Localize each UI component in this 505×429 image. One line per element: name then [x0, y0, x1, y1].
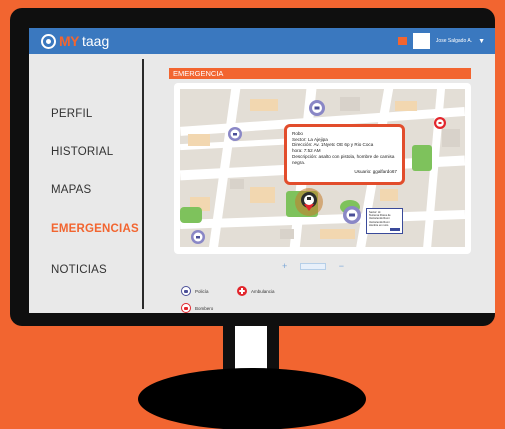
legend-ambulance-label: Ambulancia	[251, 288, 275, 294]
sidebar-item-perfil[interactable]: PERFIL	[51, 108, 92, 120]
brand-my: MY	[59, 33, 80, 49]
section-title: EMERGENCIA	[169, 68, 471, 79]
user-name[interactable]: Jose Salgado A.	[436, 38, 472, 44]
incident-usuario: Usuario: ggalfardo67	[354, 169, 397, 175]
app-logo[interactable]: MY taag	[41, 33, 109, 49]
top-bar: MY taag Jose Salgado A. ▼	[29, 28, 495, 54]
police-marker[interactable]	[191, 230, 205, 244]
sidebar-item-mapas[interactable]: MAPAS	[51, 184, 91, 196]
police-marker[interactable]	[228, 127, 242, 141]
sidebar-item-historial[interactable]: HISTORIAL	[51, 146, 113, 158]
sidebar-item-emergencias[interactable]: EMERGENCIAS	[51, 223, 139, 235]
brand-taag: taag	[82, 33, 110, 49]
notification-icon[interactable]	[397, 37, 407, 45]
sidebar: PERFIL HISTORIAL MAPAS EMERGENCIAS NOTIC…	[29, 54, 144, 313]
incident-popup[interactable]: Robo Sector: La Ajejipa Dirección: Av. 1…	[284, 124, 405, 185]
avatar[interactable]	[412, 33, 430, 49]
ambulance-icon	[237, 286, 247, 296]
user-area: Jose Salgado A. ▼	[397, 33, 485, 49]
legend-police-label: Policía	[195, 288, 209, 294]
sidebar-item-noticias[interactable]: NOTICIAS	[51, 264, 107, 276]
chevron-down-icon[interactable]: ▼	[478, 38, 485, 45]
firefighter-marker[interactable]	[434, 117, 446, 129]
mini-incident-card[interactable]: Sector: Hi Teorema Flores de Vectoriendo…	[366, 208, 403, 234]
legend-firefighter: Bombero	[181, 303, 213, 313]
sidebar-divider	[142, 59, 144, 309]
map-pin-icon[interactable]	[295, 188, 323, 216]
legend-ambulance: Ambulancia	[237, 286, 275, 296]
app-screen: MY taag Jose Salgado A. ▼ PERFIL HISTORIA…	[29, 28, 495, 313]
zoom-in-button[interactable]: +	[282, 261, 287, 271]
police-icon	[181, 286, 191, 296]
police-marker[interactable]	[309, 100, 325, 116]
monitor-frame: MY taag Jose Salgado A. ▼ PERFIL HISTORIA…	[10, 8, 495, 326]
mini-card-button[interactable]	[390, 228, 400, 231]
monitor-base	[138, 368, 366, 429]
zoom-slider[interactable]	[300, 262, 326, 270]
zoom-out-button[interactable]: −	[339, 261, 344, 271]
zoom-control: + −	[278, 260, 348, 272]
legend-firefighter-label: Bombero	[195, 305, 214, 311]
incident-descripcion: Descripción: asalto con pistola, hombre …	[292, 153, 395, 165]
legend-police: Policía	[181, 286, 209, 296]
logo-ring-icon	[41, 33, 56, 49]
scene: MY taag Jose Salgado A. ▼ PERFIL HISTORIA…	[0, 0, 505, 429]
firefighter-icon	[181, 303, 191, 313]
police-marker[interactable]	[343, 206, 361, 224]
mini-line: Hombre en moto	[369, 223, 389, 227]
